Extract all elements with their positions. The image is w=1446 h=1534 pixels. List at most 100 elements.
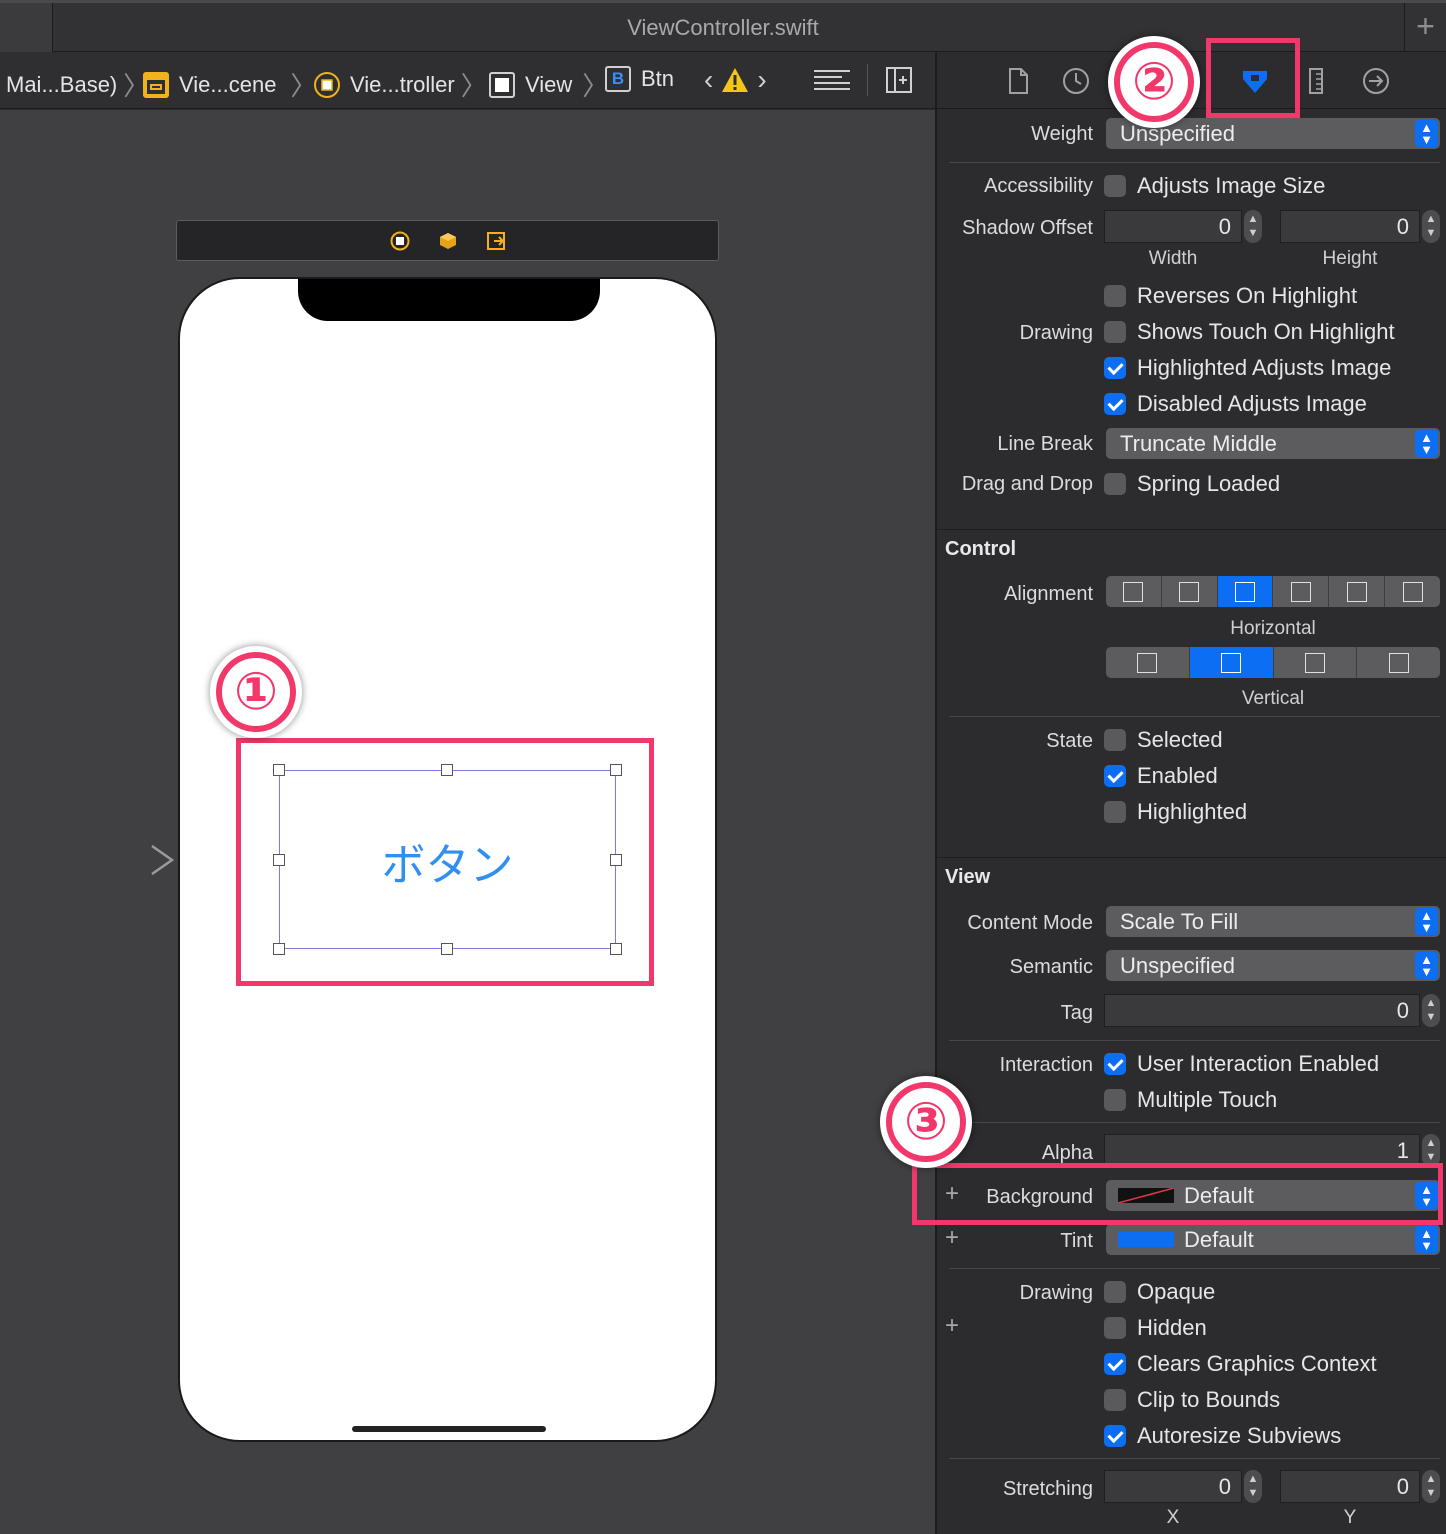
- stretching-y-stepper[interactable]: ▲ ▼: [1422, 1470, 1440, 1503]
- annotation-badge-1: ①: [210, 646, 302, 738]
- view-controller-icon[interactable]: [390, 231, 410, 251]
- spring-loaded-label: Spring Loaded: [1137, 471, 1281, 496]
- popup-arrows-icon: ▲ ▼: [1415, 430, 1438, 457]
- vertical-alignment-control[interactable]: [1106, 647, 1440, 678]
- spring-loaded-checkbox[interactable]: [1104, 473, 1126, 495]
- breadcrumb-main[interactable]: Mai...Base) 〉: [6, 66, 149, 103]
- stretching-x-stepper[interactable]: ▲ ▼: [1244, 1470, 1262, 1503]
- attributes-inspector: Weight Unspecified ▲ ▼ Accessibility Adjus…: [935, 52, 1446, 1534]
- annotation-number: ②: [1114, 42, 1194, 122]
- highlighted-adjusts-image-checkbox[interactable]: [1104, 357, 1126, 379]
- content-mode-popup[interactable]: Scale To Fill ▲ ▼: [1106, 906, 1440, 937]
- chevron-right-icon[interactable]: ›: [757, 64, 766, 96]
- semantic-value: Unspecified: [1120, 953, 1235, 978]
- line-break-popup[interactable]: Truncate Middle ▲ ▼: [1106, 428, 1440, 459]
- reverses-on-highlight-checkbox[interactable]: [1104, 285, 1126, 307]
- valign-fill-option[interactable]: [1357, 647, 1440, 678]
- valign-center-option[interactable]: [1189, 647, 1274, 678]
- tint-color-swatch-icon: [1118, 1232, 1174, 1247]
- divider: [949, 162, 1440, 163]
- opaque-checkbox[interactable]: [1104, 1281, 1126, 1303]
- semantic-popup[interactable]: Unspecified ▲ ▼: [1106, 950, 1440, 981]
- user-interaction-checkbox[interactable]: [1104, 1053, 1126, 1075]
- scene-dock: [176, 220, 719, 261]
- breadcrumb-scene[interactable]: Vie...cene 〉: [143, 66, 316, 103]
- align-left-option[interactable]: [1106, 576, 1162, 607]
- shows-touch-checkbox[interactable]: [1104, 321, 1126, 343]
- selected-label: Selected: [1137, 727, 1223, 752]
- annotation-number: ③: [886, 1082, 966, 1162]
- align-leading-option[interactable]: [1273, 576, 1330, 607]
- exit-icon[interactable]: [486, 231, 506, 251]
- enabled-checkbox[interactable]: [1104, 765, 1126, 787]
- multiple-touch-checkbox[interactable]: [1104, 1089, 1126, 1111]
- align-center-option[interactable]: [1162, 576, 1218, 607]
- valign-top-option[interactable]: [1106, 647, 1190, 678]
- shadow-width-field[interactable]: 0: [1104, 210, 1242, 243]
- tag-stepper[interactable]: ▲ ▼: [1422, 994, 1440, 1027]
- stretching-x-field[interactable]: 0: [1104, 1470, 1242, 1503]
- valign-top-icon: [1137, 652, 1158, 673]
- align-right-option[interactable]: [1329, 576, 1386, 607]
- breadcrumb-label: Vie...troller: [350, 71, 455, 97]
- align-left-icon: [1123, 581, 1144, 602]
- shadow-offset-label: Shadow Offset: [962, 217, 1093, 239]
- popup-arrows-icon: ▲ ▼: [1415, 952, 1438, 979]
- horizontal-caption: Horizontal: [1230, 618, 1316, 639]
- tag-field[interactable]: 0: [1104, 994, 1420, 1027]
- document-outline-icon[interactable]: [812, 68, 852, 94]
- hidden-add-variation-icon[interactable]: +: [945, 1312, 959, 1340]
- drawing2-label: Drawing: [1019, 1282, 1093, 1304]
- clears-graphics-label: Clears Graphics Context: [1137, 1351, 1377, 1376]
- shadow-height-field[interactable]: 0: [1280, 210, 1420, 243]
- history-inspector-icon[interactable]: [1061, 66, 1091, 96]
- hidden-label: Hidden: [1137, 1315, 1207, 1340]
- add-editor-icon[interactable]: [885, 66, 913, 94]
- selected-checkbox[interactable]: [1104, 729, 1126, 751]
- annotation-highlight-button: [236, 738, 654, 986]
- clip-to-bounds-checkbox[interactable]: [1104, 1389, 1126, 1411]
- tint-popup[interactable]: Default ▲ ▼: [1106, 1224, 1440, 1255]
- line-break-label: Line Break: [997, 433, 1093, 455]
- add-tab-button[interactable]: +: [1404, 3, 1446, 52]
- button-icon: B: [605, 66, 631, 92]
- valign-bottom-option[interactable]: [1274, 647, 1358, 678]
- disabled-adjusts-image-checkbox[interactable]: [1104, 393, 1126, 415]
- content-mode-label: Content Mode: [967, 912, 1093, 934]
- annotation-highlight-attributes-tab: [1206, 38, 1300, 118]
- line-break-value: Truncate Middle: [1120, 431, 1277, 456]
- view-controller-icon: [314, 71, 340, 98]
- breadcrumb-controller[interactable]: Vie...troller 〉: [314, 66, 487, 103]
- file-inspector-icon[interactable]: [1003, 66, 1033, 96]
- adjusts-image-size-checkbox[interactable]: [1104, 175, 1126, 197]
- chevron-left-icon[interactable]: ‹: [704, 64, 713, 96]
- align-center-selected-option[interactable]: [1217, 576, 1274, 607]
- breadcrumb-label: View: [525, 71, 573, 97]
- shadow-width-stepper[interactable]: ▲ ▼: [1244, 210, 1262, 243]
- clears-graphics-checkbox[interactable]: [1104, 1353, 1126, 1375]
- annotation-number: ①: [216, 652, 296, 732]
- first-responder-icon[interactable]: [438, 231, 458, 251]
- tint-add-variation-icon[interactable]: +: [945, 1224, 959, 1252]
- reverses-on-highlight-label: Reverses On Highlight: [1137, 283, 1358, 308]
- horizontal-alignment-control[interactable]: [1106, 576, 1440, 607]
- entry-point-arrow-icon: [48, 845, 175, 875]
- autoresize-checkbox[interactable]: [1104, 1425, 1126, 1447]
- issue-navigator: ‹ ›: [704, 64, 767, 96]
- shadow-height-stepper[interactable]: ▲ ▼: [1422, 210, 1440, 243]
- vertical-caption: Vertical: [1241, 688, 1305, 709]
- align-right-icon: [1346, 581, 1367, 602]
- warning-icon[interactable]: [721, 67, 749, 93]
- breadcrumb-button[interactable]: B Btn: [605, 66, 674, 92]
- xcode-window: { "window": { "title": "ViewController.s…: [0, 0, 1446, 1534]
- hidden-checkbox[interactable]: [1104, 1317, 1126, 1339]
- notch: [298, 279, 600, 321]
- align-fill-option[interactable]: [1385, 576, 1440, 607]
- stretching-y-field[interactable]: 0: [1280, 1470, 1420, 1503]
- divider: [949, 716, 1440, 717]
- breadcrumb-view[interactable]: View 〉: [489, 66, 608, 103]
- highlighted-checkbox[interactable]: [1104, 801, 1126, 823]
- opaque-label: Opaque: [1137, 1279, 1216, 1304]
- connections-inspector-icon[interactable]: [1361, 66, 1391, 96]
- size-inspector-icon[interactable]: [1301, 66, 1331, 96]
